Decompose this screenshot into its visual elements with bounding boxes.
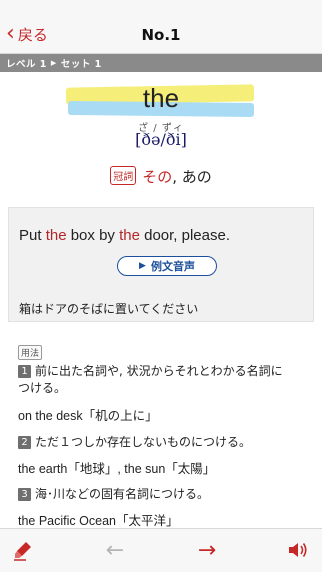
breadcrumb-set: セット 1 bbox=[60, 59, 102, 70]
bottom-toolbar: ← → bbox=[0, 528, 322, 572]
pronunciation: [ðə/ði] bbox=[135, 130, 187, 149]
sentence-part: box by bbox=[66, 227, 120, 244]
example-sentence: Put the box by the door, please. bbox=[19, 227, 230, 244]
usage-text: ただ１つしか存在しないものにつける。 bbox=[35, 435, 252, 449]
sentence-part: Put bbox=[19, 227, 46, 244]
usage-badge: 用法 bbox=[18, 345, 43, 360]
navigation-bar: ‹ 戻る No.1 bbox=[0, 0, 322, 54]
usage-text: 海･川などの固有名詞につける。 bbox=[35, 487, 210, 501]
previous-button[interactable]: ← bbox=[100, 537, 130, 563]
speaker-icon bbox=[289, 543, 307, 557]
highlighter-button[interactable] bbox=[10, 537, 36, 563]
usage-item: 3 海･川などの固有名詞につける。 bbox=[18, 486, 308, 503]
usage-number: 2 bbox=[18, 436, 31, 449]
example-translation: 箱はドアのそばに置いてください bbox=[19, 302, 199, 316]
sentence-part: door, please. bbox=[139, 227, 231, 244]
breadcrumb-level: レベル 1 bbox=[6, 59, 47, 70]
usage-text-continued: つける。 bbox=[18, 381, 67, 395]
usage-example: the earth「地球」, the sun「太陽」 bbox=[18, 462, 216, 476]
meaning-main: その bbox=[142, 168, 173, 186]
breadcrumb: レベル 1 ▶ セット 1 bbox=[0, 54, 322, 72]
usage-item: 2 ただ１つしか存在しないものにつける。 bbox=[18, 434, 308, 451]
arrow-left-icon: ← bbox=[105, 537, 125, 563]
usage-example: on the desk「机の上に」 bbox=[18, 409, 158, 423]
usage-item: 1 前に出た名詞や, 状況からそれとわかる名詞に bbox=[18, 363, 308, 380]
meaning-rest: , あの bbox=[172, 168, 212, 186]
usage-number: 1 bbox=[18, 365, 31, 378]
page-title: No.1 bbox=[141, 26, 181, 44]
headword: the bbox=[142, 83, 180, 113]
sound-button[interactable] bbox=[284, 537, 312, 563]
example-audio-button[interactable]: ▶ 例文音声 bbox=[117, 256, 217, 276]
arrow-right-icon: → bbox=[197, 537, 217, 563]
next-button[interactable]: → bbox=[192, 537, 222, 563]
example-box: Put the box by the door, please. ▶ 例文音声 … bbox=[8, 207, 314, 322]
highlighter-icon bbox=[14, 542, 31, 561]
audio-label: 例文音声 bbox=[150, 260, 195, 273]
play-icon: ▶ bbox=[139, 261, 146, 271]
sentence-keyword: the bbox=[45, 227, 67, 244]
triangle-right-icon: ▶ bbox=[50, 59, 57, 67]
usage-number: 3 bbox=[18, 488, 31, 501]
usage-text: 前に出た名詞や, 状況からそれとわかる名詞に bbox=[35, 364, 283, 378]
meaning: 冠詞 その, あの bbox=[0, 166, 322, 187]
part-of-speech-badge: 冠詞 bbox=[110, 166, 137, 185]
sentence-keyword: the bbox=[119, 227, 140, 244]
